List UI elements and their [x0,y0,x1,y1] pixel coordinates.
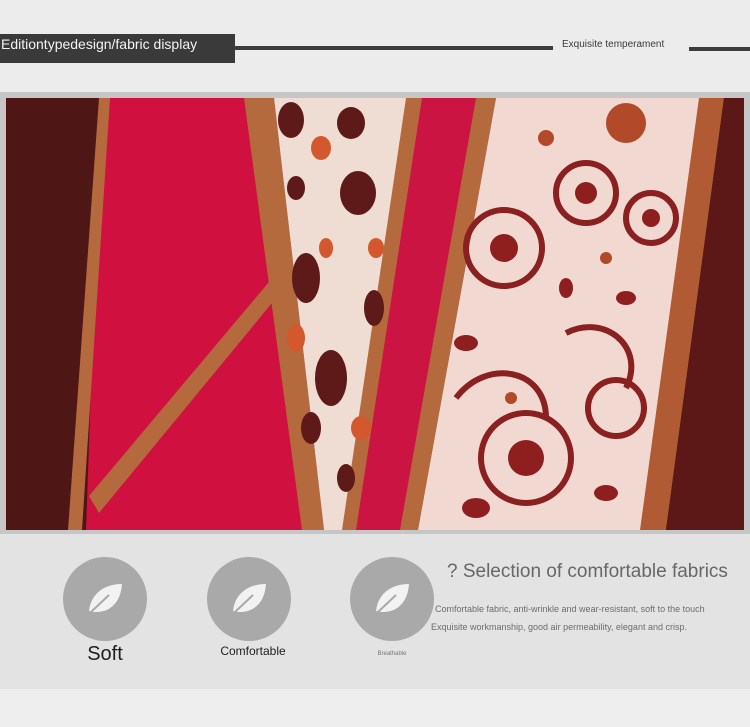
feature-soft-circle [63,557,147,641]
header-rule-left [235,46,553,50]
page-title: Editiontypedesign/fabric display [0,34,235,63]
feature-breathable-circle [350,557,434,641]
tagline: Exquisite temperament [562,39,665,50]
features-section: Soft Comfortable Breathable ? Selection … [0,534,750,689]
leaf-icon [233,584,266,613]
feature-comfortable-label: Comfortable [220,644,286,658]
feature-soft-label: Soft [87,643,123,665]
fabric-photo [6,98,744,530]
photo-frame [0,92,750,534]
feature-breathable-label: Breathable [377,651,407,657]
features-desc-2: Exquisite workmanship, good air permeabi… [431,622,687,632]
feature-comfortable-circle [207,557,291,641]
footer-strip [0,689,750,727]
header: Editiontypedesign/fabric display Exquisi… [0,0,750,92]
features-heading: ? Selection of comfortable fabrics [447,561,728,582]
features-desc-1: Comfortable fabric, anti-wrinkle and wea… [435,604,705,614]
header-rule-right [689,47,750,51]
leaf-icon [89,584,122,613]
leaf-icon [376,584,409,613]
